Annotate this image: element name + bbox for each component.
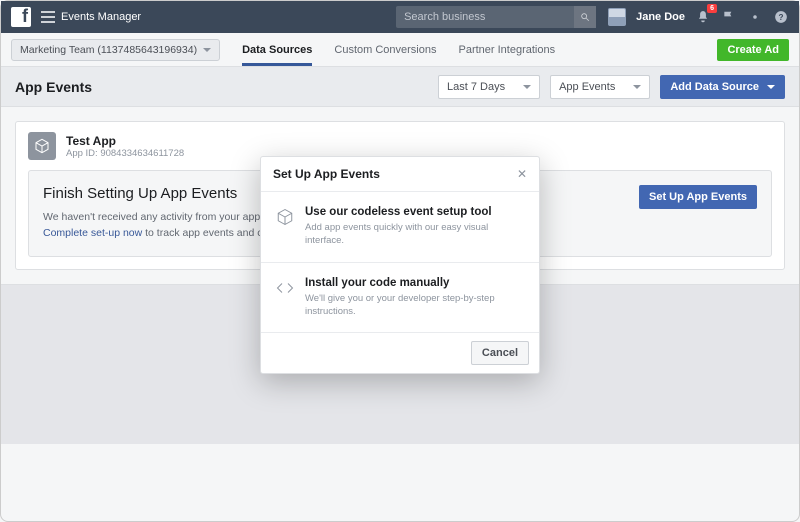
- close-icon[interactable]: ✕: [517, 167, 527, 181]
- option-install-manually[interactable]: Install your code manually We'll give yo…: [261, 262, 539, 333]
- option-desc: We'll give you or your developer step-by…: [305, 292, 525, 319]
- cube-icon: [275, 206, 295, 248]
- code-icon: [275, 277, 295, 319]
- option-title: Use our codeless event setup tool: [305, 206, 525, 218]
- setup-modal: Set Up App Events ✕ Use our codeless eve…: [260, 156, 540, 374]
- option-desc: Add app events quickly with our easy vis…: [305, 221, 525, 248]
- cancel-button[interactable]: Cancel: [471, 341, 529, 365]
- modal-title: Set Up App Events: [273, 167, 380, 181]
- option-title: Install your code manually: [305, 277, 525, 289]
- option-codeless-setup[interactable]: Use our codeless event setup tool Add ap…: [261, 192, 539, 262]
